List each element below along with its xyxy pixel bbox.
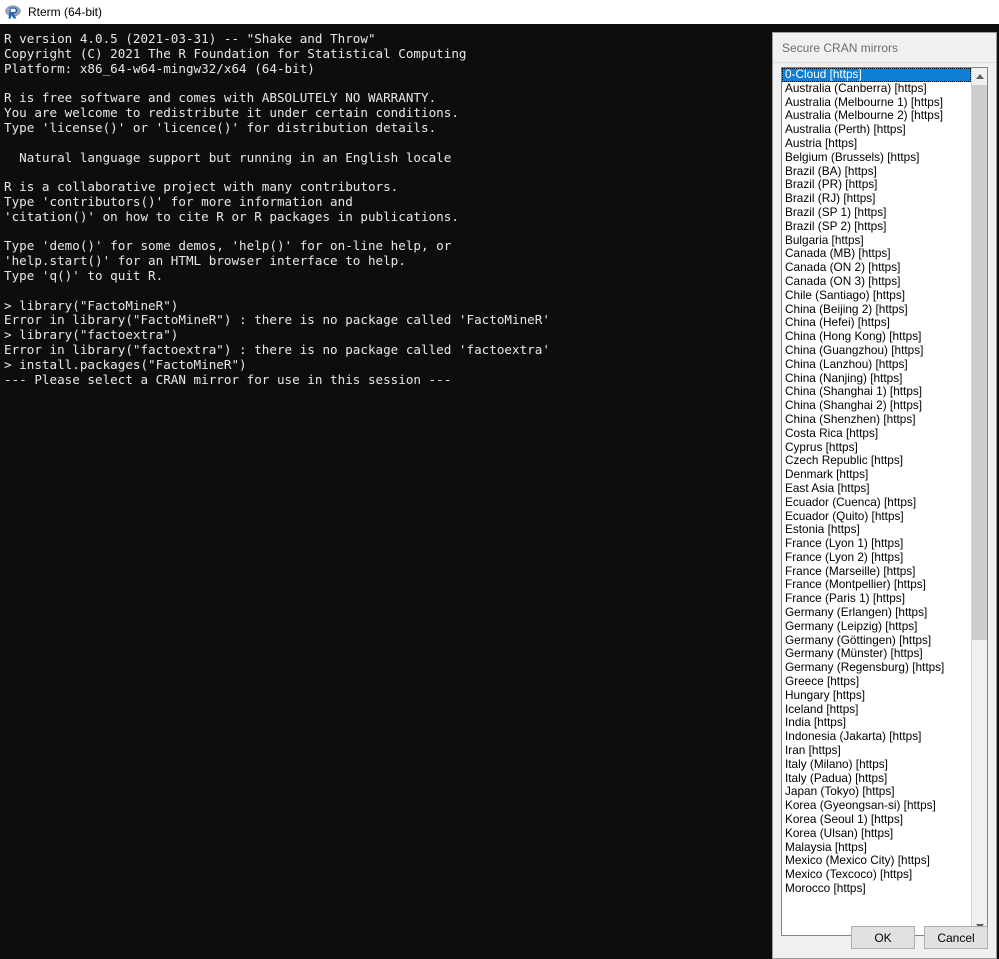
mirror-list-item[interactable]: Canada (ON 3) [https] bbox=[782, 275, 971, 289]
dialog-title: Secure CRAN mirrors bbox=[782, 41, 899, 55]
dialog-button-row: OK Cancel bbox=[851, 926, 988, 949]
mirror-list-item[interactable]: East Asia [https] bbox=[782, 482, 971, 496]
mirror-list-item[interactable]: Brazil (BA) [https] bbox=[782, 165, 971, 179]
mirror-list-item[interactable]: China (Shenzhen) [https] bbox=[782, 413, 971, 427]
mirror-list-item[interactable]: Brazil (SP 2) [https] bbox=[782, 220, 971, 234]
mirror-list[interactable]: 0-Cloud [https] Australia (Canberra) [htt… bbox=[782, 68, 971, 935]
mirror-list-item[interactable]: Mexico (Mexico City) [https] bbox=[782, 854, 971, 868]
mirror-list-item[interactable]: Morocco [https] bbox=[782, 882, 971, 896]
mirror-list-item[interactable]: Iceland [https] bbox=[782, 703, 971, 717]
mirror-list-item[interactable]: Belgium (Brussels) [https] bbox=[782, 151, 971, 165]
ok-button[interactable]: OK bbox=[851, 926, 915, 949]
mirror-list-item[interactable]: Mexico (Texcoco) [https] bbox=[782, 868, 971, 882]
mirror-list-item[interactable]: China (Shanghai 2) [https] bbox=[782, 399, 971, 413]
mirror-list-item[interactable]: Korea (Gyeongsan-si) [https] bbox=[782, 799, 971, 813]
scrollbar-up-button[interactable] bbox=[972, 68, 987, 85]
dialog-divider bbox=[773, 62, 996, 63]
mirror-list-item[interactable]: India [https] bbox=[782, 716, 971, 730]
rterm-window: Rterm (64-bit) R version 4.0.5 (2021-03-… bbox=[0, 0, 999, 959]
mirror-list-item[interactable]: China (Hong Kong) [https] bbox=[782, 330, 971, 344]
mirror-list-item[interactable]: Greece [https] bbox=[782, 675, 971, 689]
mirror-list-item[interactable]: Czech Republic [https] bbox=[782, 454, 971, 468]
cancel-button[interactable]: Cancel bbox=[924, 926, 988, 949]
mirror-scrollbar[interactable] bbox=[971, 68, 987, 935]
mirror-list-item[interactable]: Brazil (RJ) [https] bbox=[782, 192, 971, 206]
mirror-list-item[interactable]: France (Montpellier) [https] bbox=[782, 578, 971, 592]
mirror-list-item[interactable]: China (Guangzhou) [https] bbox=[782, 344, 971, 358]
mirror-list-item[interactable]: Italy (Padua) [https] bbox=[782, 772, 971, 786]
mirror-list-item[interactable]: Australia (Perth) [https] bbox=[782, 123, 971, 137]
mirror-list-item[interactable]: Brazil (PR) [https] bbox=[782, 178, 971, 192]
mirror-list-item[interactable]: Hungary [https] bbox=[782, 689, 971, 703]
mirror-list-item[interactable]: France (Marseille) [https] bbox=[782, 565, 971, 579]
chevron-up-icon bbox=[975, 74, 984, 79]
mirror-list-item[interactable]: Korea (Seoul 1) [https] bbox=[782, 813, 971, 827]
mirror-list-item[interactable]: Bulgaria [https] bbox=[782, 234, 971, 248]
mirror-list-item[interactable]: Denmark [https] bbox=[782, 468, 971, 482]
mirror-list-item[interactable]: Costa Rica [https] bbox=[782, 427, 971, 441]
mirror-list-item[interactable]: Ecuador (Quito) [https] bbox=[782, 510, 971, 524]
mirror-list-item[interactable]: Brazil (SP 1) [https] bbox=[782, 206, 971, 220]
mirror-list-item[interactable]: Germany (Regensburg) [https] bbox=[782, 661, 971, 675]
mirror-list-item[interactable]: China (Nanjing) [https] bbox=[782, 372, 971, 386]
r-logo-icon bbox=[5, 5, 21, 19]
mirror-list-item[interactable]: Iran [https] bbox=[782, 744, 971, 758]
mirror-list-item[interactable]: Italy (Milano) [https] bbox=[782, 758, 971, 772]
mirror-list-item[interactable]: China (Beijing 2) [https] bbox=[782, 303, 971, 317]
mirror-list-item[interactable]: France (Paris 1) [https] bbox=[782, 592, 971, 606]
cran-mirror-dialog: Secure CRAN mirrors 0-Cloud [https] Austr… bbox=[772, 32, 997, 959]
mirror-list-item[interactable]: Chile (Santiago) [https] bbox=[782, 289, 971, 303]
mirror-list-item[interactable]: China (Lanzhou) [https] bbox=[782, 358, 971, 372]
mirror-list-item[interactable]: Austria [https] bbox=[782, 137, 971, 151]
mirror-list-item[interactable]: China (Shanghai 1) [https] bbox=[782, 385, 971, 399]
mirror-list-item[interactable]: Indonesia (Jakarta) [https] bbox=[782, 730, 971, 744]
mirror-list-item[interactable]: Germany (Erlangen) [https] bbox=[782, 606, 971, 620]
mirror-list-item[interactable]: 0-Cloud [https] bbox=[782, 68, 971, 82]
mirror-list-item[interactable]: Korea (Ulsan) [https] bbox=[782, 827, 971, 841]
scrollbar-thumb[interactable] bbox=[972, 85, 987, 640]
mirror-list-item[interactable]: Australia (Melbourne 2) [https] bbox=[782, 109, 971, 123]
mirror-list-item[interactable]: Australia (Canberra) [https] bbox=[782, 82, 971, 96]
window-title: Rterm (64-bit) bbox=[28, 5, 103, 19]
mirror-list-item[interactable]: Germany (Leipzig) [https] bbox=[782, 620, 971, 634]
mirror-list-item[interactable]: Estonia [https] bbox=[782, 523, 971, 537]
mirror-list-item[interactable]: Australia (Melbourne 1) [https] bbox=[782, 96, 971, 110]
mirror-list-item[interactable]: France (Lyon 2) [https] bbox=[782, 551, 971, 565]
mirror-list-item[interactable]: Germany (Göttingen) [https] bbox=[782, 634, 971, 648]
title-bar: Rterm (64-bit) bbox=[0, 0, 999, 24]
mirror-list-item[interactable]: Japan (Tokyo) [https] bbox=[782, 785, 971, 799]
mirror-list-item[interactable]: Canada (MB) [https] bbox=[782, 247, 971, 261]
mirror-list-item[interactable]: Malaysia [https] bbox=[782, 841, 971, 855]
mirror-listbox[interactable]: 0-Cloud [https] Australia (Canberra) [htt… bbox=[781, 67, 988, 936]
mirror-list-item[interactable]: Canada (ON 2) [https] bbox=[782, 261, 971, 275]
mirror-list-item[interactable]: Germany (Münster) [https] bbox=[782, 647, 971, 661]
mirror-list-item[interactable]: Cyprus [https] bbox=[782, 441, 971, 455]
mirror-list-item[interactable]: Ecuador (Cuenca) [https] bbox=[782, 496, 971, 510]
mirror-list-item[interactable]: China (Hefei) [https] bbox=[782, 316, 971, 330]
mirror-list-item[interactable]: France (Lyon 1) [https] bbox=[782, 537, 971, 551]
